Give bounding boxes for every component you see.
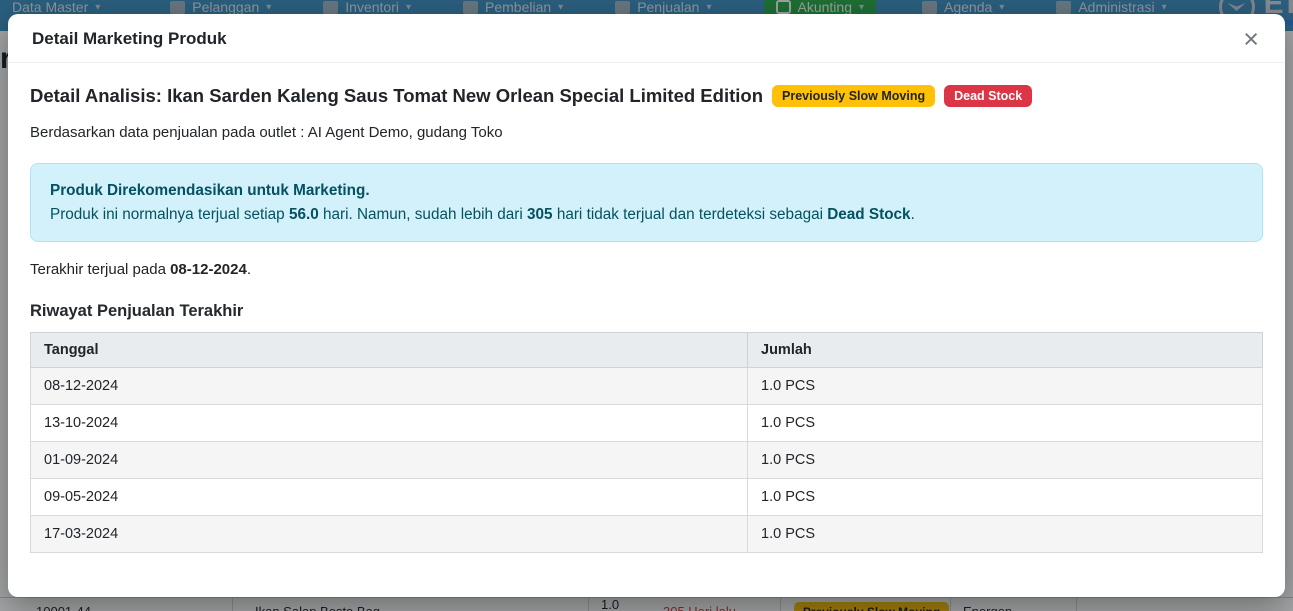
dead-stock-label: Dead Stock [827, 206, 910, 223]
table-header-row: Tanggal Jumlah [31, 333, 1263, 368]
jumlah-cell: 1.0 PCS [748, 479, 1263, 516]
sales-history-table: Tanggal Jumlah 08-12-2024 1.0 PCS 13-10-… [30, 332, 1263, 553]
badge-previously-slow-moving: Previously Slow Moving [772, 85, 935, 107]
outlet-subtitle: Berdasarkan data penjualan pada outlet :… [30, 124, 1263, 141]
history-title: Riwayat Penjualan Terakhir [30, 302, 1263, 321]
column-header-tanggal: Tanggal [31, 333, 748, 368]
table-row: 01-09-2024 1.0 PCS [31, 442, 1263, 479]
modal-body: Detail Analisis: Ikan Sarden Kaleng Saus… [8, 63, 1285, 553]
last-sold-line: Terakhir terjual pada 08-12-2024. [30, 261, 1263, 278]
alert-body: Produk ini normalnya terjual setiap 56.0… [50, 203, 1243, 227]
last-sold-date: 08-12-2024 [170, 261, 247, 278]
analysis-heading: Detail Analisis: Ikan Sarden Kaleng Saus… [30, 85, 763, 107]
days-not-sold-value: 305 [527, 206, 553, 223]
jumlah-cell: 1.0 PCS [748, 442, 1263, 479]
table-row: 09-05-2024 1.0 PCS [31, 479, 1263, 516]
alert-title: Produk Direkomendasikan untuk Marketing. [50, 179, 1243, 203]
badge-dead-stock: Dead Stock [944, 85, 1032, 107]
jumlah-cell: 1.0 PCS [748, 368, 1263, 405]
interval-days-value: 56.0 [289, 206, 319, 223]
close-icon[interactable]: × [1241, 29, 1261, 49]
jumlah-cell: 1.0 PCS [748, 516, 1263, 553]
table-row: 13-10-2024 1.0 PCS [31, 405, 1263, 442]
tanggal-cell: 09-05-2024 [31, 479, 748, 516]
modal-title: Detail Marketing Produk [32, 29, 227, 49]
tanggal-cell: 17-03-2024 [31, 516, 748, 553]
modal-header: Detail Marketing Produk × [8, 14, 1285, 63]
tanggal-cell: 13-10-2024 [31, 405, 748, 442]
table-row: 08-12-2024 1.0 PCS [31, 368, 1263, 405]
jumlah-cell: 1.0 PCS [748, 405, 1263, 442]
marketing-recommendation-alert: Produk Direkomendasikan untuk Marketing.… [30, 163, 1263, 242]
detail-marketing-modal: Detail Marketing Produk × Detail Analisi… [8, 14, 1285, 597]
table-row: 17-03-2024 1.0 PCS [31, 516, 1263, 553]
tanggal-cell: 01-09-2024 [31, 442, 748, 479]
tanggal-cell: 08-12-2024 [31, 368, 748, 405]
column-header-jumlah: Jumlah [748, 333, 1263, 368]
